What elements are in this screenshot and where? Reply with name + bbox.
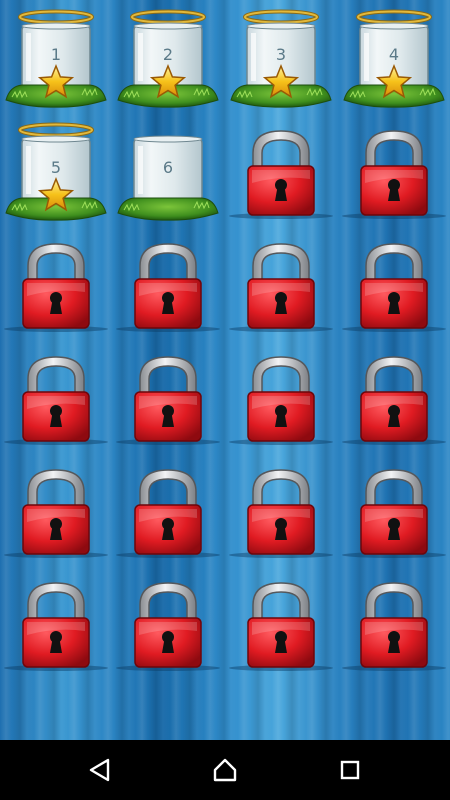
padlock-icon bbox=[116, 356, 220, 445]
home-icon bbox=[213, 758, 237, 782]
unlocked-level-button[interactable]: 6 bbox=[112, 113, 224, 226]
padlock-icon bbox=[342, 243, 446, 332]
completed-level-button[interactable]: 3 bbox=[225, 0, 337, 113]
padlock-icon bbox=[229, 356, 333, 445]
grass-mound bbox=[117, 197, 219, 221]
completed-level-button[interactable]: 2 bbox=[112, 0, 224, 113]
jar-icon bbox=[5, 9, 107, 108]
padlock-icon bbox=[116, 356, 220, 445]
locked-level-button[interactable] bbox=[225, 565, 337, 678]
padlock-icon bbox=[229, 469, 333, 558]
halo-icon bbox=[130, 9, 206, 25]
padlock-icon bbox=[116, 469, 220, 558]
level-row bbox=[0, 226, 450, 339]
locked-level-button[interactable] bbox=[225, 226, 337, 339]
padlock-icon bbox=[116, 469, 220, 558]
home-button[interactable] bbox=[205, 750, 245, 790]
padlock-icon bbox=[116, 243, 220, 332]
jar-icon bbox=[117, 9, 219, 108]
completed-level-button[interactable]: 4 bbox=[338, 0, 450, 113]
padlock-icon bbox=[342, 130, 446, 219]
jar-icon bbox=[117, 135, 219, 221]
level-row: 1234 bbox=[0, 0, 450, 113]
locked-level-button[interactable] bbox=[225, 339, 337, 452]
locked-level-button[interactable] bbox=[225, 113, 337, 226]
padlock-icon bbox=[342, 130, 446, 219]
halo-icon bbox=[356, 9, 432, 25]
padlock-icon bbox=[4, 243, 108, 332]
locked-level-button[interactable] bbox=[0, 565, 112, 678]
padlock-icon bbox=[4, 469, 108, 558]
padlock-icon bbox=[229, 243, 333, 332]
completed-level-button[interactable]: 5 bbox=[0, 113, 112, 226]
level-row: 56 bbox=[0, 113, 450, 226]
back-button[interactable] bbox=[80, 750, 120, 790]
locked-level-button[interactable] bbox=[0, 339, 112, 452]
padlock-icon bbox=[229, 243, 333, 332]
padlock-icon bbox=[342, 243, 446, 332]
locked-level-button[interactable] bbox=[338, 452, 450, 565]
padlock-icon bbox=[342, 469, 446, 558]
jar-icon bbox=[343, 9, 445, 108]
locked-level-button[interactable] bbox=[338, 226, 450, 339]
padlock-icon bbox=[4, 582, 108, 671]
locked-level-button[interactable] bbox=[112, 565, 224, 678]
padlock-icon bbox=[4, 356, 108, 445]
navigation-bar bbox=[0, 740, 450, 800]
padlock-icon bbox=[4, 469, 108, 558]
locked-level-button[interactable] bbox=[0, 452, 112, 565]
padlock-icon bbox=[342, 469, 446, 558]
locked-level-button[interactable] bbox=[338, 113, 450, 226]
padlock-icon bbox=[342, 582, 446, 671]
level-select-board: 123456 bbox=[0, 0, 450, 740]
padlock-icon bbox=[116, 582, 220, 671]
padlock-icon bbox=[342, 582, 446, 671]
padlock-icon bbox=[229, 130, 333, 219]
locked-level-button[interactable] bbox=[112, 339, 224, 452]
level-row bbox=[0, 565, 450, 678]
locked-level-button[interactable] bbox=[225, 452, 337, 565]
jar-icon bbox=[230, 9, 332, 108]
padlock-icon bbox=[116, 243, 220, 332]
back-triangle-icon bbox=[89, 758, 110, 782]
jar-icon bbox=[133, 135, 203, 202]
padlock-icon bbox=[342, 356, 446, 445]
padlock-icon bbox=[229, 582, 333, 671]
locked-level-button[interactable] bbox=[338, 565, 450, 678]
padlock-icon bbox=[116, 582, 220, 671]
halo-icon bbox=[18, 122, 94, 138]
jar-icon bbox=[5, 122, 107, 221]
level-row bbox=[0, 339, 450, 452]
padlock-icon bbox=[4, 582, 108, 671]
padlock-icon bbox=[229, 356, 333, 445]
padlock-icon bbox=[229, 130, 333, 219]
locked-level-button[interactable] bbox=[112, 452, 224, 565]
padlock-icon bbox=[4, 243, 108, 332]
padlock-icon bbox=[229, 469, 333, 558]
halo-icon bbox=[243, 9, 319, 25]
padlock-icon bbox=[342, 356, 446, 445]
locked-level-button[interactable] bbox=[0, 226, 112, 339]
padlock-icon bbox=[4, 356, 108, 445]
completed-level-button[interactable]: 1 bbox=[0, 0, 112, 113]
locked-level-button[interactable] bbox=[112, 226, 224, 339]
recents-square-icon bbox=[340, 760, 360, 780]
locked-level-button[interactable] bbox=[338, 339, 450, 452]
halo-icon bbox=[18, 9, 94, 25]
recents-button[interactable] bbox=[330, 750, 370, 790]
level-row bbox=[0, 452, 450, 565]
padlock-icon bbox=[229, 582, 333, 671]
